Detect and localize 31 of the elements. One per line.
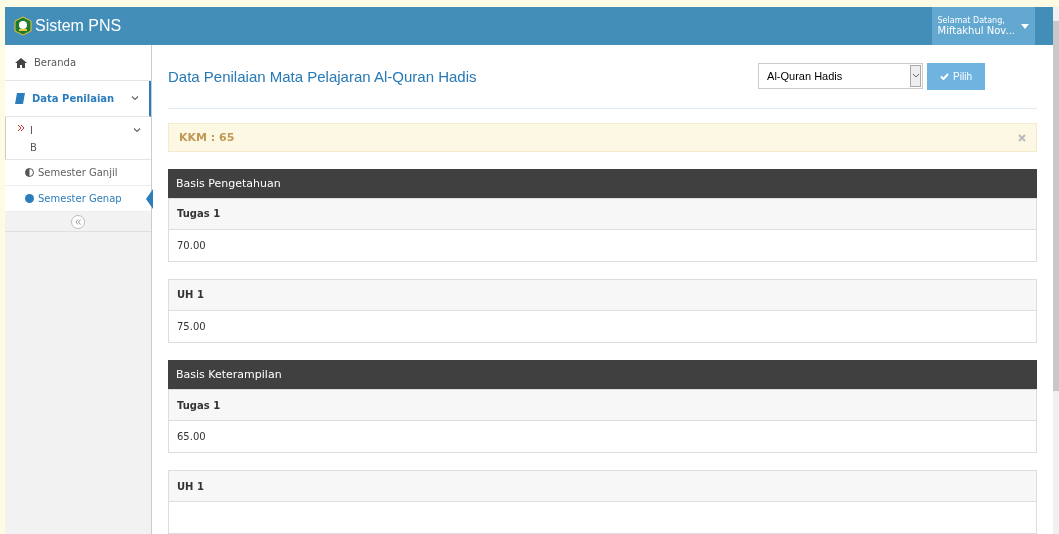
sidebar-item[interactable]: Data Penilaian — [5, 81, 151, 117]
caret-icon — [1021, 23, 1029, 29]
filled-circle-icon — [25, 194, 34, 203]
score-value: 65.00 — [176, 430, 207, 444]
section-header: Basis Pengetahuan — [168, 168, 1037, 198]
alert-text: KKM : 65 — [179, 131, 235, 145]
chevron-down-icon — [912, 74, 919, 79]
page-title: Data Penilaian Mata Pelajaran Al-Quran Hadis — [168, 68, 477, 86]
collapse-toggle-icon[interactable] — [71, 214, 85, 229]
score-label: UH 1 — [169, 471, 1036, 502]
chevron-down-icon — [133, 126, 141, 134]
close-icon[interactable] — [1018, 133, 1026, 142]
emblem-icon — [13, 16, 33, 36]
app-title: Sistem PNS — [35, 17, 122, 35]
check-icon — [940, 73, 950, 81]
subject-select[interactable]: Al-Quran Hadis — [758, 63, 924, 90]
chevron-down-icon — [131, 94, 139, 102]
section-header: Basis Keterampilan — [168, 359, 1037, 389]
half-circle-icon — [25, 168, 34, 177]
score-label: Tugas 1 — [169, 198, 1036, 230]
book-icon — [15, 93, 25, 104]
home-icon — [15, 57, 27, 68]
sidebar-subitem[interactable]: I B — [5, 117, 151, 160]
score-value: 75.00 — [176, 319, 207, 334]
sidebar-item[interactable]: Beranda — [5, 45, 151, 81]
sidebar-subitem[interactable]: Semester Ganjil — [5, 160, 151, 186]
score-label: Tugas 1 — [169, 390, 1036, 421]
score-label: UH 1 — [169, 279, 1036, 311]
score-value: 70.00 — [176, 238, 207, 253]
scrollbar[interactable] — [1053, 7, 1059, 534]
double-chevron-icon — [18, 125, 24, 131]
